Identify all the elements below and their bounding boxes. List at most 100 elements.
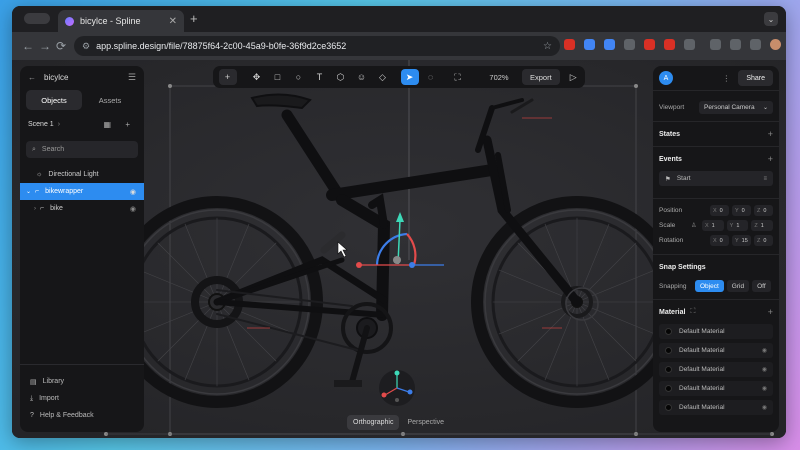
zoom-level[interactable]: 702% xyxy=(482,73,516,82)
orthographic-button[interactable]: Orthographic xyxy=(347,415,400,430)
tab-objects[interactable]: Objects xyxy=(26,90,82,110)
tree-item-bike[interactable]: › ⌐ bike ◉ xyxy=(20,200,144,217)
tree-item-label: bikewrapper xyxy=(45,188,84,195)
scale-x-input[interactable]: X1 xyxy=(702,220,724,231)
tab-menu-chevron-icon[interactable]: ⌄ xyxy=(764,12,778,26)
rectangle-tool-icon[interactable]: □ xyxy=(269,69,287,85)
expand-chevron-icon[interactable]: ⌄ xyxy=(26,188,31,195)
group-icon: ⌐ xyxy=(35,188,40,195)
import-link[interactable]: ⤓ Import xyxy=(20,390,144,407)
extension-icon[interactable] xyxy=(664,39,675,50)
add-material-icon[interactable]: + xyxy=(768,307,773,317)
user-avatar[interactable]: A xyxy=(659,71,673,85)
ellipse-tool-icon[interactable]: ○ xyxy=(290,69,308,85)
position-y-input[interactable]: Y0 xyxy=(732,205,751,216)
add-event-icon[interactable]: + xyxy=(768,154,773,164)
bookmark-star-icon[interactable]: ☆ xyxy=(543,41,552,52)
transform-tool-icon[interactable]: ✥ xyxy=(248,69,266,85)
extension-icon[interactable] xyxy=(644,39,655,50)
frame-tool-icon[interactable]: ⛶ xyxy=(449,69,467,85)
url-text[interactable]: app.spline.design/file/78875f64-2c00-45a… xyxy=(96,41,346,51)
help-feedback-link[interactable]: ? Help & Feedback xyxy=(20,407,144,424)
menu-icon[interactable]: ☰ xyxy=(128,72,136,83)
emoji-tool-icon[interactable]: ☺ xyxy=(353,69,371,85)
export-button[interactable]: Export xyxy=(522,69,560,85)
tree-item-directional-light[interactable]: ☼ Directional Light xyxy=(20,166,144,183)
visibility-eye-icon[interactable]: ◉ xyxy=(762,385,767,392)
close-tab-icon[interactable]: ✕ xyxy=(169,16,177,27)
lock-proportions-icon[interactable]: ♙ xyxy=(691,222,699,229)
reload-icon[interactable]: ⟳ xyxy=(56,39,66,53)
expand-chevron-icon[interactable]: › xyxy=(34,206,36,212)
gizmo-z-handle[interactable] xyxy=(409,262,415,268)
scene-label[interactable]: Scene 1 xyxy=(28,121,54,128)
rotation-x-input[interactable]: X0 xyxy=(710,235,729,246)
position-z-input[interactable]: Z0 xyxy=(754,205,773,216)
sidebar-icon[interactable] xyxy=(750,39,761,50)
snap-grid-button[interactable]: Grid xyxy=(726,280,750,292)
add-state-icon[interactable]: + xyxy=(768,129,773,139)
bounds-handle[interactable] xyxy=(168,84,172,88)
back-arrow-icon[interactable]: ← xyxy=(28,73,36,82)
material-layer[interactable]: Default Material ◉ xyxy=(659,343,773,358)
rotation-y-input[interactable]: Y 15 xyxy=(732,235,751,246)
bounds-handle[interactable] xyxy=(634,84,638,88)
gizmo-center-handle[interactable] xyxy=(393,256,401,264)
tree-item-bikewrapper[interactable]: ⌄ ⌐ bikewrapper ◉ xyxy=(20,183,144,200)
visibility-eye-icon[interactable]: ◉ xyxy=(762,347,767,354)
visibility-eye-icon[interactable]: ◉ xyxy=(130,188,136,196)
event-settings-icon[interactable]: ≡ xyxy=(763,176,767,182)
select-tool-icon[interactable]: ➤ xyxy=(400,69,419,85)
visibility-eye-icon[interactable]: ◉ xyxy=(762,404,767,411)
tab-search-button[interactable] xyxy=(24,13,50,24)
material-layer[interactable]: Default Material ◉ xyxy=(659,381,773,396)
search-input[interactable]: ⌕ Search xyxy=(26,141,138,158)
play-icon[interactable]: ▷ xyxy=(570,72,577,83)
visibility-eye-icon[interactable]: ◉ xyxy=(130,205,136,213)
orientation-widget[interactable] xyxy=(379,370,415,406)
media-icon[interactable] xyxy=(710,39,721,50)
comment-tool-icon[interactable]: ◌ xyxy=(422,69,440,85)
back-arrow-icon[interactable]: ← xyxy=(22,39,34,53)
scene-selector[interactable]: Scene 1 › ▦ + xyxy=(28,120,136,129)
extension-icon[interactable] xyxy=(604,39,615,50)
text-tool-icon[interactable]: T xyxy=(311,69,329,85)
add-button[interactable]: + xyxy=(218,69,237,85)
address-bar[interactable]: ⚙ app.spline.design/file/78875f64-2c00-4… xyxy=(74,36,560,56)
scene-actions-icon[interactable]: ▦ + xyxy=(104,120,136,129)
browser-tab[interactable]: bicylce - Spline ✕ xyxy=(58,10,184,32)
material-layer[interactable]: Default Material ◉ xyxy=(659,400,773,415)
visibility-eye-icon[interactable]: ◉ xyxy=(762,366,767,373)
profile-avatar[interactable] xyxy=(770,39,781,50)
properties-panel: A ⋮ Share Viewport Personal Camera ⌄ Sta… xyxy=(653,66,779,432)
position-x-input[interactable]: X0 xyxy=(710,205,729,216)
new-tab-button[interactable]: + xyxy=(190,11,198,26)
file-name[interactable]: bicylce xyxy=(44,73,68,82)
forward-arrow-icon[interactable]: → xyxy=(39,39,51,53)
more-options-icon[interactable]: ⋮ xyxy=(722,74,730,83)
site-info-icon[interactable]: ⚙ xyxy=(82,41,90,52)
material-layer[interactable]: Default Material xyxy=(659,324,773,339)
snap-object-button[interactable]: Object xyxy=(695,280,724,292)
rotation-z-input[interactable]: Z0 xyxy=(754,235,773,246)
material-layer[interactable]: Default Material ◉ xyxy=(659,362,773,377)
paint-tool-icon[interactable]: ◇ xyxy=(374,69,392,85)
expand-icon[interactable]: ⛶ xyxy=(690,308,695,316)
extension-icon[interactable] xyxy=(624,39,635,50)
share-button[interactable]: Share xyxy=(738,70,773,86)
scale-y-input[interactable]: Y1 xyxy=(726,220,749,231)
extension-icon[interactable] xyxy=(584,39,595,50)
library-link[interactable]: ▤ Library xyxy=(20,373,144,390)
perspective-button[interactable]: Perspective xyxy=(401,415,450,430)
viewport-camera-select[interactable]: Personal Camera ⌄ xyxy=(699,100,773,114)
puzzle-icon[interactable] xyxy=(684,39,695,50)
tab-assets[interactable]: Assets xyxy=(82,90,138,110)
extension-icon[interactable] xyxy=(564,39,575,50)
shape-tool-icon[interactable]: ⬡ xyxy=(332,69,350,85)
event-start[interactable]: ⚑ Start ≡ xyxy=(659,171,773,186)
scene-chevron-icon[interactable]: › xyxy=(58,121,60,128)
gizmo-x-handle[interactable] xyxy=(356,262,362,268)
download-icon[interactable] xyxy=(730,39,741,50)
snap-off-button[interactable]: Off xyxy=(752,280,771,292)
scale-z-input[interactable]: Z1 xyxy=(751,220,774,231)
